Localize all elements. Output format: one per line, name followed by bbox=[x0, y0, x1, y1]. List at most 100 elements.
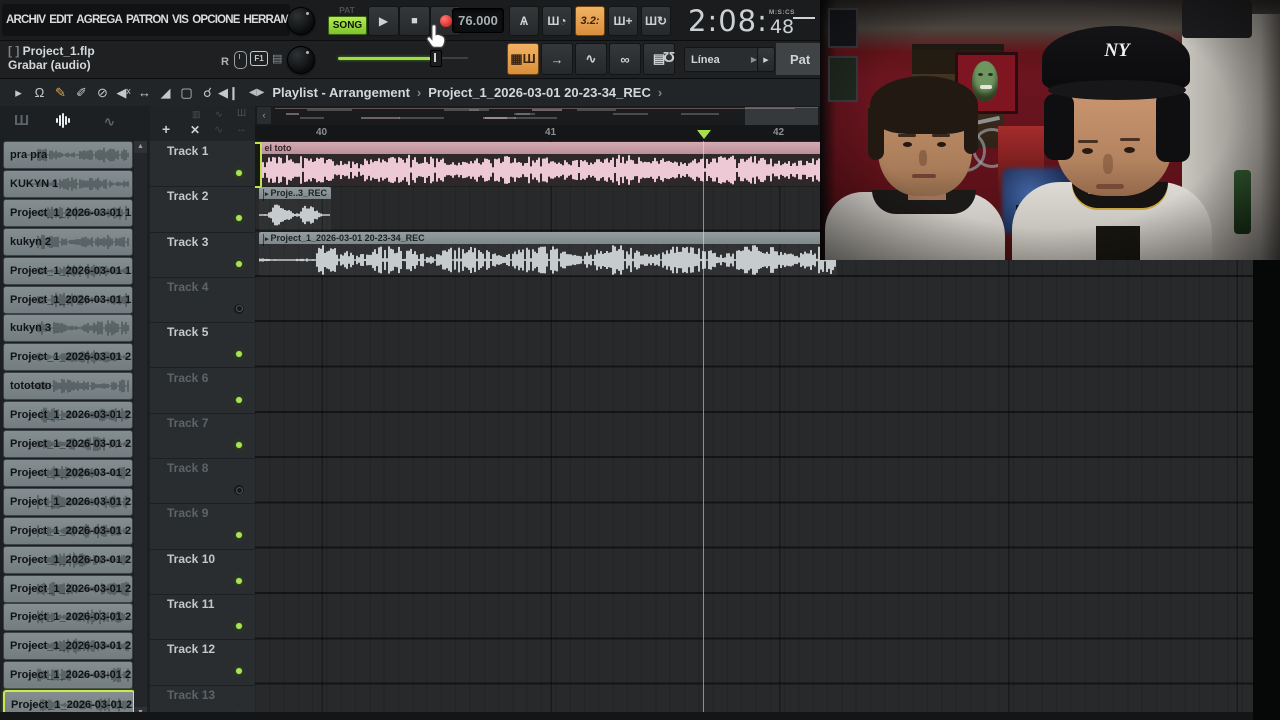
metronome-icon[interactable]: Ѧ bbox=[509, 6, 539, 36]
picker-item[interactable]: Project_1_2026-03-01 1.. bbox=[3, 256, 133, 285]
countdown-button[interactable]: 3.2: bbox=[575, 6, 605, 36]
delete-track-button[interactable]: ✕ bbox=[190, 123, 200, 137]
audio-clip-rec3[interactable]: ▸ Project_1_2026-03-01 20-23-34_REC bbox=[259, 232, 837, 276]
snap-selector[interactable]: Línea ▶ bbox=[684, 47, 764, 72]
playlist-button[interactable]: ▦Ш bbox=[507, 43, 539, 75]
picker-item[interactable]: Project_1_2026-03-01 2.. bbox=[3, 690, 135, 720]
add-track-button[interactable]: + bbox=[162, 121, 170, 137]
track-row[interactable]: Track 3 bbox=[150, 232, 255, 278]
mini-automation-icon[interactable]: ∿ bbox=[215, 109, 223, 120]
track-row[interactable]: Track 12 bbox=[150, 639, 255, 686]
select-tool-icon[interactable]: ▢ bbox=[176, 85, 197, 101]
pattern-prev-button[interactable]: ▶ bbox=[757, 47, 775, 72]
magnet-icon[interactable]: Ω bbox=[29, 85, 50, 100]
breadcrumb-item[interactable]: Project_1_2026-03-01 20-23-34_REC bbox=[428, 85, 651, 100]
overview-view-grip[interactable] bbox=[745, 107, 818, 125]
track-enable-dot[interactable] bbox=[234, 258, 244, 269]
zoom-tool-icon[interactable]: ☌ bbox=[197, 85, 218, 101]
playback-position-slider[interactable] bbox=[338, 50, 468, 67]
snap-magnet-icon[interactable]: Ω bbox=[663, 48, 675, 65]
draw-tool-icon[interactable]: ✎ bbox=[50, 85, 71, 101]
mini-play-icon[interactable]: ▸ bbox=[8, 85, 29, 101]
slide-icon[interactable]: ∿ bbox=[575, 43, 607, 75]
picker-item[interactable]: kukyn 3 bbox=[3, 314, 133, 343]
menu-item-vis[interactable]: VIS bbox=[172, 14, 189, 26]
menu-item-archiv[interactable]: ARCHIV bbox=[6, 14, 46, 26]
loop-recording-icon[interactable]: Ш↻ bbox=[641, 6, 671, 36]
picker-item[interactable]: Project_1_2026-03-01 2.. bbox=[3, 487, 133, 516]
track-row[interactable]: Track 9 bbox=[150, 503, 255, 550]
overview-scroll-left-icon[interactable]: ‹ bbox=[257, 107, 271, 124]
track-enable-dot[interactable] bbox=[234, 349, 244, 360]
blend-recording-icon[interactable]: Ш+ bbox=[608, 6, 638, 36]
menu-item-patron[interactable]: PATRON bbox=[126, 14, 169, 26]
track-enable-dot[interactable] bbox=[234, 530, 244, 541]
picker-scrollbar[interactable]: ▲ ▼ bbox=[134, 141, 147, 719]
menu-item-agrega[interactable]: AGREGA bbox=[76, 14, 122, 26]
track-row[interactable]: Track 2 bbox=[150, 186, 255, 233]
track-enable-dot[interactable] bbox=[234, 439, 244, 450]
track-enable-dot[interactable] bbox=[234, 213, 244, 224]
step-edit-icon[interactable]: → bbox=[541, 43, 573, 75]
track-row[interactable]: Track 4 bbox=[150, 277, 255, 324]
preview-speaker-icon[interactable]: ◀▶ bbox=[249, 87, 264, 98]
main-volume-knob[interactable] bbox=[287, 7, 315, 35]
preview-tool-icon[interactable]: ◀❙ bbox=[218, 85, 239, 101]
menu-bar[interactable]: ARCHIVEDITAGREGA PATRONVISOPCIONE HERRAMIE… bbox=[2, 4, 290, 36]
track-enable-dot[interactable] bbox=[234, 575, 244, 586]
track-row[interactable]: Track 10 bbox=[150, 549, 255, 595]
audio-clip-rec2[interactable]: ▸ Proje..3_REC bbox=[259, 187, 331, 231]
breadcrumb-view[interactable]: Playlist - Arrangement bbox=[272, 85, 410, 100]
picker-item[interactable]: Project_1_2026-03-01 2.. bbox=[3, 632, 133, 661]
mini-pattern-icon[interactable]: Ш bbox=[237, 108, 246, 119]
picker-item[interactable]: Project_1_2026-03-01 2.. bbox=[3, 430, 133, 458]
slip-tool-icon[interactable]: ↔ bbox=[134, 85, 155, 100]
track-row[interactable]: Track 8 bbox=[150, 458, 255, 505]
picker-item[interactable]: Project_1_2026-03-01 2.. bbox=[3, 574, 133, 603]
playhead-caret-icon[interactable] bbox=[697, 130, 711, 139]
picker-item[interactable]: Project_1_2026-03-01 2.. bbox=[3, 516, 133, 545]
picker-item[interactable]: Project_1_2026-03-01 2.. bbox=[3, 401, 133, 430]
picker-item[interactable]: pra pra bbox=[3, 141, 133, 169]
link-icon[interactable]: ∞ bbox=[609, 43, 641, 75]
secondary-knob[interactable] bbox=[287, 46, 315, 74]
paint-tool-icon[interactable]: ✐ bbox=[71, 85, 92, 101]
menu-item-herramienta[interactable]: HERRAMIENTA bbox=[244, 14, 290, 26]
track-row[interactable]: Track 5 bbox=[150, 322, 255, 369]
track-enable-dot[interactable] bbox=[234, 485, 244, 496]
wait-input-icon[interactable]: Ш◔ bbox=[542, 6, 572, 36]
picker-item[interactable]: Project_1_2026-03-01 2.. bbox=[3, 661, 133, 690]
master-slider-fragment[interactable] bbox=[793, 17, 815, 19]
track-row[interactable]: Track 7 bbox=[150, 413, 255, 460]
delete-tool-icon[interactable]: ⊘ bbox=[92, 85, 113, 101]
picker-item[interactable]: KUKYN 1 bbox=[3, 169, 133, 198]
track-enable-dot[interactable] bbox=[234, 303, 244, 314]
pat-mode-button[interactable]: PAT bbox=[330, 5, 364, 16]
mute-tool-icon[interactable]: ◀ˣ bbox=[113, 85, 134, 101]
track-enable-dot[interactable] bbox=[234, 168, 244, 178]
track-row[interactable]: Track 1 bbox=[150, 141, 255, 188]
scroll-up-icon[interactable]: ▲ bbox=[134, 141, 147, 153]
time-display[interactable]: 2:08: M:S:CS 48 bbox=[688, 4, 795, 38]
picker-item[interactable]: Project_1_2026-03-01 1.. bbox=[3, 285, 133, 314]
track-row[interactable]: Track 11 bbox=[150, 594, 255, 641]
picker-item[interactable]: Project_1_2026-03-01 2.. bbox=[3, 458, 133, 487]
record-armed-marker[interactable] bbox=[255, 142, 262, 188]
picker-item[interactable]: Project_1_2026-03-01 2.. bbox=[3, 545, 133, 574]
picker-item[interactable]: totototo bbox=[3, 372, 133, 401]
song-mode-button[interactable]: SONG bbox=[328, 16, 367, 35]
picker-item[interactable]: Project_1_2026-03-01 2.. bbox=[3, 343, 133, 372]
track-enable-dot[interactable] bbox=[234, 621, 244, 631]
picker-item[interactable]: Project_1_2026-03-01 2.. bbox=[3, 603, 133, 632]
play-button[interactable]: ▶ bbox=[368, 6, 399, 36]
track-row[interactable]: Track 13 bbox=[150, 685, 255, 712]
picker-item[interactable]: kukyn 2 bbox=[3, 227, 133, 256]
track-enable-dot[interactable] bbox=[234, 394, 244, 405]
slice-tool-icon[interactable]: ◢ bbox=[155, 85, 176, 101]
picker-item[interactable]: Project_1_2026-03-01 1.. bbox=[3, 198, 133, 227]
track-enable-dot[interactable] bbox=[234, 666, 244, 677]
mini-audio-icon[interactable]: ▥ bbox=[192, 109, 201, 120]
menu-item-opcione[interactable]: OPCIONE bbox=[192, 14, 240, 26]
menu-item-edit[interactable]: EDIT bbox=[49, 14, 73, 26]
track-row[interactable]: Track 6 bbox=[150, 368, 255, 414]
